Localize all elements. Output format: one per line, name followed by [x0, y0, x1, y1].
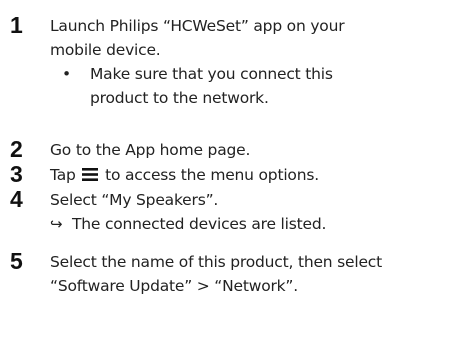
bullet-note: • Make sure that you connect this produc… — [50, 62, 455, 110]
step-text: Select “My Speakers”. ↪ The connected de… — [50, 188, 455, 236]
step-number: 2 — [10, 136, 23, 162]
instruction-page: 1 Launch Philips “HCWeSet” app on your m… — [0, 0, 461, 341]
step-line: Launch Philips “HCWeSet” app on your — [50, 17, 345, 35]
step-text: Go to the App home page. — [50, 138, 455, 162]
step-number: 1 — [10, 12, 23, 38]
bullet-line: Make sure that you connect this — [90, 65, 333, 83]
step-line: Go to the App home page. — [50, 141, 251, 159]
bullet-icon: • — [62, 65, 71, 83]
step-number: 3 — [10, 161, 23, 187]
step-number: 4 — [10, 186, 23, 212]
step-line: “Software Update” > “Network”. — [50, 277, 298, 295]
step-line: Tap to access the menu options. — [50, 163, 455, 187]
result-line: The connected devices are listed. — [72, 215, 327, 233]
result-note: ↪ The connected devices are listed. — [50, 212, 455, 236]
step-text-before: Tap — [50, 166, 76, 184]
menu-icon — [82, 168, 99, 181]
result-arrow-icon: ↪ — [50, 215, 63, 233]
step-line: Select “My Speakers”. — [50, 191, 219, 209]
step-line: mobile device. — [50, 41, 161, 59]
step-text-after: to access the menu options. — [105, 166, 319, 184]
step-text: Select the name of this product, then se… — [50, 250, 455, 298]
step-line: Select the name of this product, then se… — [50, 253, 382, 271]
step-text: Launch Philips “HCWeSet” app on your mob… — [50, 14, 455, 110]
step-number: 5 — [10, 248, 23, 274]
bullet-line: product to the network. — [90, 89, 269, 107]
step-text: Tap to access the menu options. — [50, 163, 455, 187]
